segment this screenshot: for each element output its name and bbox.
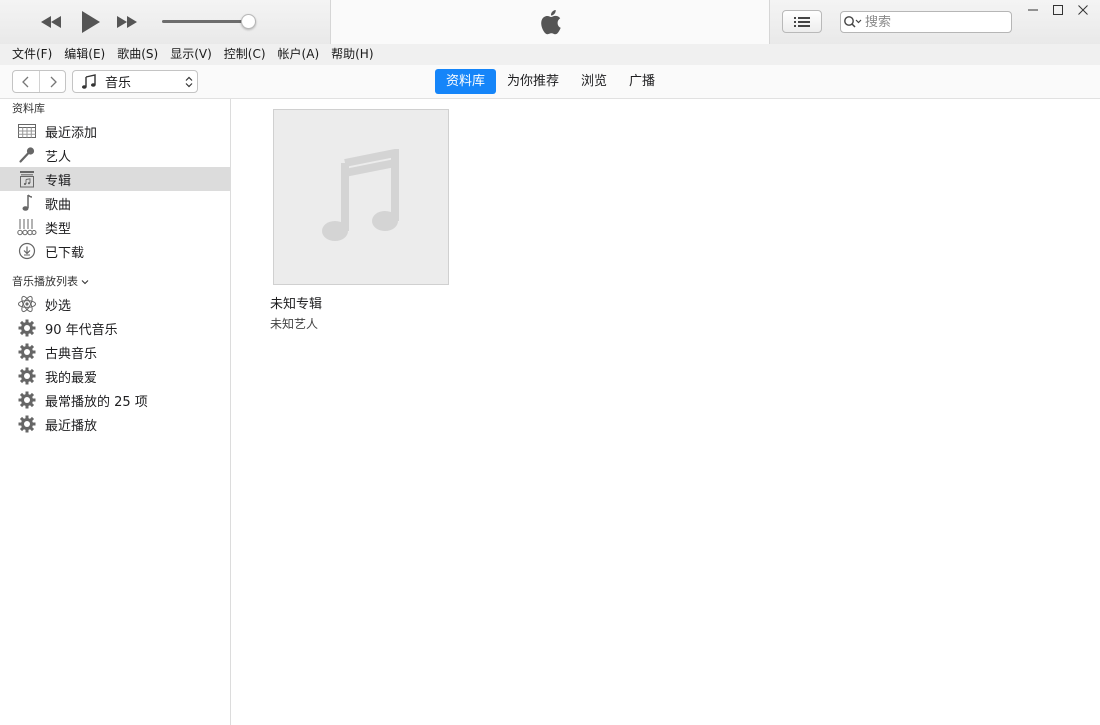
close-icon xyxy=(1078,5,1088,15)
chevron-right-icon xyxy=(50,76,57,87)
sidebar-item-label: 妙选 xyxy=(45,298,72,314)
sidebar-item-label: 专辑 xyxy=(45,173,72,189)
sidebar-item-songs[interactable]: 歌曲 xyxy=(0,191,230,215)
albums-grid: 未知专辑 未知艺人 xyxy=(232,99,1100,725)
sidebar-item-classical-music[interactable]: 古典音乐 xyxy=(0,340,230,364)
sidebar-item-label: 我的最爱 xyxy=(45,370,98,386)
apple-logo-icon xyxy=(541,10,561,35)
album-artist[interactable]: 未知艺人 xyxy=(270,315,450,332)
sidebar-item-label: 90 年代音乐 xyxy=(45,322,118,338)
album-artwork[interactable] xyxy=(273,109,449,285)
menu-edit[interactable]: 编辑(E) xyxy=(58,44,111,65)
menu-bar: 文件(F) 编辑(E) 歌曲(S) 显示(V) 控制(C) 帐户(A) 帮助(H… xyxy=(0,44,1100,65)
volume-knob[interactable] xyxy=(241,14,257,29)
menu-view[interactable]: 显示(V) xyxy=(164,44,218,65)
view-tabs: 资料库 为你推荐 浏览 广播 xyxy=(435,69,666,94)
minimize-icon xyxy=(1028,9,1038,11)
sidebar-item-label: 艺人 xyxy=(45,149,72,165)
sidebar-item-label: 歌曲 xyxy=(45,197,72,213)
microphone-icon xyxy=(17,145,37,165)
menu-song[interactable]: 歌曲(S) xyxy=(111,44,164,65)
sidebar-item-label: 最近添加 xyxy=(45,125,98,141)
smart-playlist-gear-icon xyxy=(17,318,37,338)
back-button[interactable] xyxy=(13,71,39,92)
search-icon[interactable] xyxy=(841,12,865,32)
genre-icon xyxy=(17,217,37,237)
smart-playlist-gear-icon xyxy=(17,342,37,362)
grid-icon xyxy=(17,121,37,141)
play-button[interactable] xyxy=(77,8,103,36)
minimize-button[interactable] xyxy=(1024,2,1042,18)
sidebar-item-label: 类型 xyxy=(45,221,72,237)
genius-atom-icon xyxy=(17,294,37,314)
playback-controls-area xyxy=(0,0,331,44)
music-note-icon xyxy=(82,73,96,89)
playlists-section-title: 音乐播放列表 xyxy=(12,275,78,288)
up-next-list-button[interactable] xyxy=(782,10,822,33)
sidebar-item-albums[interactable]: 专辑 xyxy=(0,167,230,191)
tab-for-you[interactable]: 为你推荐 xyxy=(496,69,570,94)
media-type-label: 音乐 xyxy=(105,76,132,91)
music-note-placeholder-icon xyxy=(322,149,399,241)
chevron-down-icon xyxy=(81,272,89,292)
media-type-selector[interactable]: 音乐 xyxy=(72,70,198,93)
smart-playlist-gear-icon xyxy=(17,390,37,410)
playlists-section-header[interactable]: 音乐播放列表 xyxy=(0,272,230,292)
tab-library[interactable]: 资料库 xyxy=(435,69,497,94)
chevron-left-icon xyxy=(22,76,29,87)
maximize-button[interactable] xyxy=(1049,2,1067,18)
sidebar-item-genius[interactable]: 妙选 xyxy=(0,292,230,316)
album-tile[interactable]: 未知专辑 未知艺人 xyxy=(270,109,450,332)
sidebar-item-label: 最近播放 xyxy=(45,418,98,434)
download-icon xyxy=(17,241,37,261)
library-section-title: 资料库 xyxy=(12,102,45,115)
menu-file[interactable]: 文件(F) xyxy=(6,44,58,65)
music-note-icon xyxy=(17,193,37,213)
sidebar-item-my-favorites[interactable]: 我的最爱 xyxy=(0,364,230,388)
navigation-bar: 音乐 资料库 为你推荐 浏览 广播 xyxy=(0,65,1100,99)
sidebar-item-label: 古典音乐 xyxy=(45,346,98,362)
smart-playlist-gear-icon xyxy=(17,366,37,386)
player-bar xyxy=(0,0,1100,44)
rewind-button[interactable] xyxy=(38,10,64,34)
history-buttons xyxy=(12,70,66,93)
menu-account[interactable]: 帐户(A) xyxy=(272,44,326,65)
sidebar-item-recently-added[interactable]: 最近添加 xyxy=(0,119,230,143)
sidebar-item-recently-played[interactable]: 最近播放 xyxy=(0,412,230,436)
search-input[interactable] xyxy=(865,14,1005,30)
sidebar-item-genres[interactable]: 类型 xyxy=(0,215,230,239)
sidebar-item-top-25-most-played[interactable]: 最常播放的 25 项 xyxy=(0,388,230,412)
sidebar-item-artists[interactable]: 艺人 xyxy=(0,143,230,167)
menu-help[interactable]: 帮助(H) xyxy=(325,44,379,65)
up-down-arrows-icon xyxy=(181,76,197,88)
close-button[interactable] xyxy=(1074,2,1092,18)
smart-playlist-gear-icon xyxy=(17,414,37,434)
volume-slider[interactable] xyxy=(162,14,262,29)
list-icon xyxy=(794,16,810,27)
tab-radio[interactable]: 广播 xyxy=(618,69,666,94)
forward-button[interactable] xyxy=(39,71,65,92)
sidebar-item-90s-music[interactable]: 90 年代音乐 xyxy=(0,316,230,340)
search-field[interactable] xyxy=(840,11,1012,33)
play-icon xyxy=(82,11,100,33)
sidebar-item-downloaded[interactable]: 已下载 xyxy=(0,239,230,263)
fast-forward-icon xyxy=(117,16,137,28)
maximize-icon xyxy=(1053,5,1063,15)
menu-controls[interactable]: 控制(C) xyxy=(218,44,272,65)
album-icon xyxy=(17,169,37,189)
album-title[interactable]: 未知专辑 xyxy=(270,293,450,312)
rewind-icon xyxy=(41,16,61,28)
fast-forward-button[interactable] xyxy=(114,10,140,34)
sidebar-item-label: 已下载 xyxy=(45,245,85,261)
sidebar-item-label: 最常播放的 25 项 xyxy=(45,394,148,410)
sidebar: 资料库 最近添加 艺人 专辑 歌曲 类型 已下载 音乐播放列表 妙选 90 年代… xyxy=(0,99,231,725)
tab-browse[interactable]: 浏览 xyxy=(570,69,618,94)
